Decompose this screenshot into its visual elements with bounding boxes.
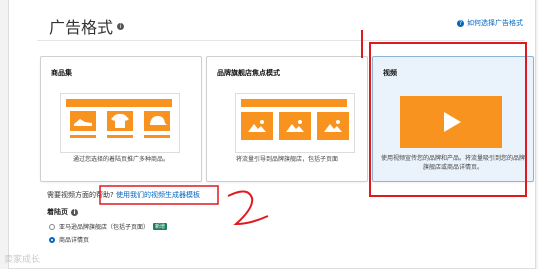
card-title: 视频 [383,69,397,77]
play-icon [444,112,461,132]
option-label: 商品详情页 [59,237,90,244]
banner-bar [241,99,347,107]
landing-option-store[interactable]: 亚马逊品牌旗舰店（包括子页面） 新增 [49,222,168,231]
question-icon: ? [457,19,464,27]
rating-stars [144,135,170,138]
store-spotlight-illustration [235,93,355,153]
watermark: 卖家成长 [4,255,41,265]
landscape-icon [317,112,349,140]
rating-stars [107,135,133,138]
rating-stars [70,135,96,138]
card-title: 商品集 [51,69,72,77]
ad-format-card-video[interactable]: 视频 使用视频宣传您的品牌和产品。将流量吸引到您的品牌旗舰店或商品详情页。 [372,56,534,182]
divider [37,40,525,41]
video-help-question: 需要视频方面的帮助? [47,191,114,199]
help-link[interactable]: ? 如何选择广告格式 [457,18,523,28]
new-badge: 新增 [153,223,168,230]
option-label: 亚马逊品牌旗舰店（包括子页面） [59,224,150,231]
ad-format-panel: 广告格式 i ? 如何选择广告格式 商品集 通过您选择的着陆页推广多种商品。 品 [8,0,536,269]
section-title: 广告格式 i [49,14,125,38]
video-builder-link[interactable]: 使用我们的视频生成器模板 [116,191,200,199]
card-description: 使用视频宣传您的品牌和产品。将流量吸引到您的品牌旗舰店或商品详情页。 [380,155,525,171]
product-collection-illustration [60,93,180,153]
info-icon[interactable]: i [71,208,78,216]
tshirt-icon [107,111,133,131]
banner-bar [66,99,172,107]
landing-option-detail-page[interactable]: 商品详情页 [49,235,89,244]
ad-format-card-store-spotlight[interactable]: 品牌旗舰店焦点模式 将流量引导到品牌旗舰店，包括子页面 [206,56,368,182]
video-illustration [400,96,502,148]
card-description: 将流量引导到品牌旗舰店，包括子页面 [235,156,338,163]
info-icon[interactable]: i [117,22,125,30]
help-link-text[interactable]: 如何选择广告格式 [467,18,523,28]
radio-button[interactable] [49,223,55,230]
card-title: 品牌旗舰店焦点模式 [217,69,280,77]
landscape-icon [241,112,273,140]
video-help-line: 需要视频方面的帮助? 使用我们的视频生成器模板 [47,190,200,200]
section-title-text: 广告格式 [49,18,114,37]
shoe-icon [70,111,96,131]
landscape-icon [279,112,311,140]
card-description: 通过您选择的着陆页推广多种商品。 [72,156,169,163]
landing-page-title: 着陆页 i [47,207,78,217]
landing-page-title-text: 着陆页 [47,208,68,216]
radio-button[interactable] [49,236,55,243]
cap-icon [144,111,170,131]
ad-format-card-product-collection[interactable]: 商品集 通过您选择的着陆页推广多种商品。 [40,56,202,182]
